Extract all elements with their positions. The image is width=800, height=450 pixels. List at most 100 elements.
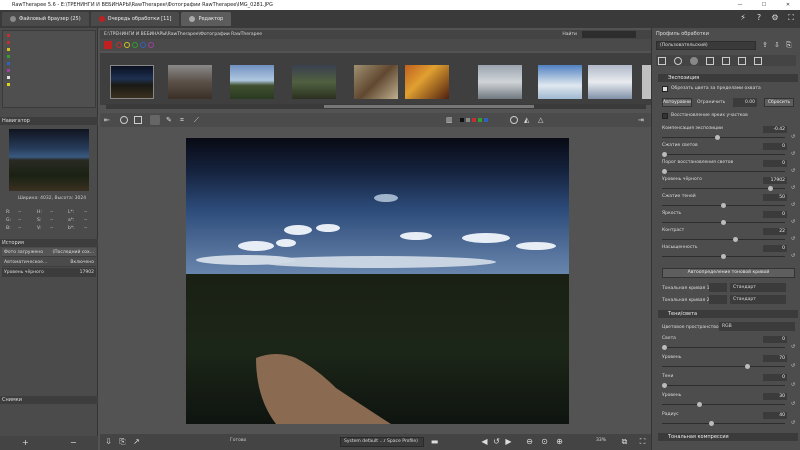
slider-value[interactable]: 50	[763, 194, 787, 201]
load-profile-icon[interactable]: ⇪	[762, 41, 770, 49]
reset-icon[interactable]: ↺	[791, 344, 797, 350]
queue-add-icon[interactable]: ⇩	[104, 437, 113, 446]
zoom-fit-icon[interactable]: ⊙	[540, 437, 549, 446]
focus-mask-icon[interactable]	[510, 116, 518, 124]
zoom-out-icon[interactable]: ⊖	[525, 437, 534, 446]
reset-icon[interactable]: ↺	[791, 236, 797, 242]
thumbnail[interactable]	[588, 65, 632, 99]
reset-icon[interactable]: ↺	[791, 420, 797, 426]
external-editor-icon[interactable]: ↗	[132, 437, 141, 446]
exposure-header[interactable]: Экспозиция	[658, 74, 798, 82]
find-input[interactable]	[582, 31, 636, 38]
slider[interactable]: Света 0 ↺	[662, 336, 797, 352]
slider-knob[interactable]	[733, 237, 738, 242]
curve-editor-icon[interactable]	[709, 283, 727, 292]
bg-grey-icon[interactable]	[466, 118, 470, 122]
help-icon[interactable]: ?	[754, 13, 764, 23]
reset-icon[interactable]: ↺	[791, 363, 797, 369]
slider-knob[interactable]	[709, 421, 714, 426]
thumbnail[interactable]	[110, 65, 154, 99]
filmstrip-scrollbar[interactable]	[106, 104, 646, 109]
profile-select[interactable]: System default ...r Space Profile)	[340, 437, 424, 447]
history-row[interactable]: Уровень чёрного 17902	[2, 268, 96, 277]
slider-value[interactable]: 40	[763, 412, 787, 419]
thumbnail[interactable]	[168, 65, 212, 99]
add-snapshot-button[interactable]: +	[22, 438, 29, 447]
highlight-clip-icon[interactable]: △	[538, 116, 546, 124]
tab-editor[interactable]: Редактор	[181, 12, 232, 26]
slider-track[interactable]	[662, 239, 785, 240]
image-preview[interactable]	[186, 138, 569, 424]
reset-icon[interactable]: ↺	[791, 151, 797, 157]
slider-knob[interactable]	[721, 220, 726, 225]
slider-knob[interactable]	[721, 254, 726, 259]
slider-value[interactable]: 0	[763, 336, 787, 343]
save-icon[interactable]: ⎘	[118, 437, 127, 446]
green-label-icon[interactable]	[7, 55, 10, 58]
raw-tab-icon[interactable]	[738, 57, 746, 65]
slider[interactable]: Сжатие теней 50 ↺	[662, 194, 797, 210]
reject-filter-icon[interactable]	[104, 41, 112, 49]
slider-track[interactable]	[662, 188, 785, 189]
slider-knob[interactable]	[662, 169, 667, 174]
hide-right-panel-icon[interactable]: ⇥	[638, 116, 646, 124]
fullscreen-icon[interactable]: ⛶	[786, 13, 796, 23]
bg-black-icon[interactable]	[460, 118, 464, 122]
slider[interactable]: Уровень чёрного 17902 ↺	[662, 177, 797, 193]
thumbnail[interactable]	[405, 65, 449, 99]
slider-value[interactable]: 70	[763, 355, 787, 362]
hide-left-panel-icon[interactable]: ⇤	[104, 116, 112, 124]
crop-icon[interactable]: ⌗	[180, 116, 188, 124]
thumbnail[interactable]	[292, 65, 336, 99]
save-profile-icon[interactable]: ⇩	[774, 41, 782, 49]
reset-icon[interactable]: ↺	[791, 401, 797, 407]
tab-file-browser[interactable]: Файловый браузер (25)	[2, 12, 89, 26]
white-label-icon[interactable]	[7, 76, 10, 79]
purple-label-icon[interactable]	[7, 69, 10, 72]
red-filter-icon[interactable]	[116, 42, 122, 48]
detail-tab-icon[interactable]	[674, 57, 682, 65]
exposure-tab-icon[interactable]	[658, 57, 666, 65]
reset-button[interactable]: Сбросить	[764, 98, 794, 107]
tone-curve-2-mode[interactable]: Стандарт	[730, 295, 786, 304]
next-image-icon[interactable]: ▶	[504, 437, 513, 446]
reset-icon[interactable]: ↺	[791, 185, 797, 191]
maximize-button[interactable]: ☐	[752, 0, 776, 10]
minimize-button[interactable]: —	[728, 0, 752, 10]
slider[interactable]: Тени 0 ↺	[662, 374, 797, 390]
reset-icon[interactable]: ↺	[791, 134, 797, 140]
green-filter-icon[interactable]	[132, 42, 138, 48]
tone-curve-1-mode[interactable]: Стандарт	[730, 283, 786, 292]
tab-queue[interactable]: Очередь обработки [11]	[90, 12, 180, 26]
remove-snapshot-button[interactable]: −	[70, 438, 77, 447]
history-row[interactable]: Автоматическое... Включено	[2, 258, 96, 267]
slider-track[interactable]	[662, 154, 785, 155]
star-icon[interactable]	[7, 83, 10, 86]
slider-knob[interactable]	[697, 402, 702, 407]
thumbnail[interactable]	[642, 65, 651, 99]
folder-icon[interactable]: ▬	[430, 437, 439, 446]
before-after-icon[interactable]	[134, 116, 142, 124]
yellow-label-icon[interactable]	[7, 48, 10, 51]
slider-value[interactable]: 30	[763, 393, 787, 400]
blue-label-icon[interactable]	[7, 62, 10, 65]
reset-icon[interactable]: ↺	[791, 382, 797, 388]
slider-track[interactable]	[662, 404, 785, 405]
slider-track[interactable]	[662, 385, 785, 386]
curve-editor-icon[interactable]	[709, 295, 727, 304]
slider[interactable]: Порог восстановления светов 0 ↺	[662, 160, 797, 176]
purple-filter-icon[interactable]	[148, 42, 154, 48]
preview-mode-icon[interactable]: ▥	[446, 116, 454, 124]
channel-green-icon[interactable]	[478, 118, 482, 122]
slider-knob[interactable]	[662, 383, 667, 388]
auto-tone-curve-button[interactable]: Автоопределение тоновой кривой	[662, 268, 795, 278]
slider[interactable]: Уровень 30 ↺	[662, 393, 797, 409]
slider-value[interactable]: 0	[763, 143, 787, 150]
slider-track[interactable]	[662, 366, 785, 367]
slider-track[interactable]	[662, 137, 785, 138]
reset-icon[interactable]: ↺	[791, 202, 797, 208]
slider[interactable]: Яркость 0 ↺	[662, 211, 797, 227]
scrollbar-thumb[interactable]	[324, 105, 534, 108]
wb-picker-icon[interactable]: ✎	[166, 116, 174, 124]
thumbnail[interactable]	[478, 65, 522, 99]
